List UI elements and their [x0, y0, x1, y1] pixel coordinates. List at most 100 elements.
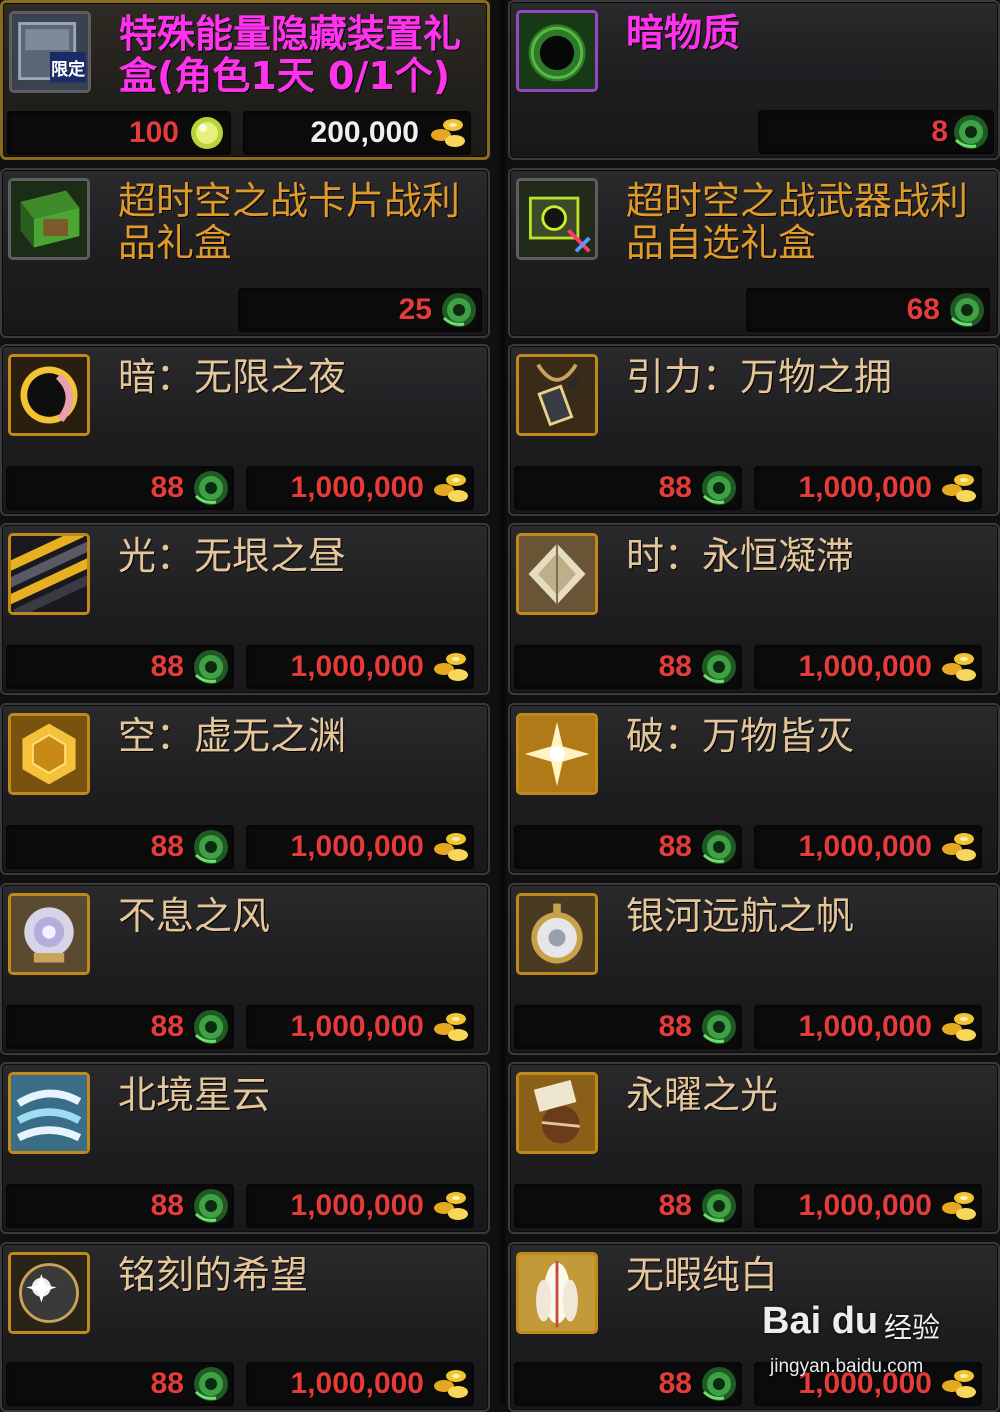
price-value-secondary: 1,000,000	[290, 1367, 424, 1400]
price-value-secondary: 1,000,000	[798, 830, 932, 863]
price-value-secondary: 1,000,000	[798, 1367, 932, 1400]
gold-ingot-icon	[430, 1186, 470, 1226]
green-token-icon	[190, 647, 230, 687]
shop-item-card[interactable]: 时：永恒凝滞 88 1,000,000	[508, 523, 1000, 695]
shop-item-card[interactable]: 暗：无限之夜 88 1,000,000	[0, 344, 490, 516]
price-value-secondary: 1,000,000	[290, 650, 424, 683]
gold-ingot-icon	[938, 647, 978, 687]
limited-box-icon: 限定	[9, 11, 91, 93]
gold-ingot-icon	[430, 1007, 470, 1047]
shop-item-card[interactable]: 永曜之光 88 1,000,000	[508, 1062, 1000, 1234]
item-name: 引力：万物之拥	[626, 355, 893, 399]
price-value-secondary: 1,000,000	[290, 1010, 424, 1043]
price-value-primary: 88	[658, 1189, 692, 1222]
gold-coin-icon	[187, 113, 227, 153]
item-name: 超时空之战卡片战利品礼盒	[118, 179, 461, 265]
svg-text:限定: 限定	[51, 59, 86, 80]
price-value-primary: 88	[150, 1189, 184, 1222]
nebula-swirl-icon	[8, 1072, 90, 1154]
item-name: 北境星云	[118, 1073, 271, 1117]
shop-item-card[interactable]: 破：万物皆灭 88 1,000,000	[508, 703, 1000, 875]
shop-item-card[interactable]: 限定 特殊能量隐藏装置礼盒(角色1天 0/1个) 100 200,000	[0, 0, 490, 160]
green-token-icon	[698, 1007, 738, 1047]
void-hexagon-icon	[8, 713, 90, 795]
price-value-secondary: 1,000,000	[798, 1010, 932, 1043]
shop-item-card[interactable]: 超时空之战卡片战利品礼盒 25	[0, 168, 490, 338]
light-stripes-icon	[8, 533, 90, 615]
item-name: 破：万物皆灭	[626, 714, 855, 758]
item-name: 永曜之光	[626, 1073, 779, 1117]
gravity-necklace-icon	[516, 354, 598, 436]
green-token-icon	[698, 647, 738, 687]
gold-ingot-icon	[430, 468, 470, 508]
dark-orb-icon	[8, 354, 90, 436]
shop-item-card[interactable]: 北境星云 88 1,000,000	[0, 1062, 490, 1234]
item-name: 暗：无限之夜	[118, 355, 347, 399]
shop-item-card[interactable]: 不息之风 88 1,000,000	[0, 883, 490, 1055]
item-name: 无暇纯白	[626, 1253, 779, 1297]
gold-ingot-icon	[430, 1364, 470, 1404]
engraved-orb-icon	[8, 1252, 90, 1334]
item-name: 铭刻的希望	[118, 1253, 309, 1297]
price-value-secondary: 8	[931, 115, 948, 148]
green-token-icon	[190, 1364, 230, 1404]
item-name: 时：永恒凝滞	[626, 534, 855, 578]
dark-matter-icon	[516, 10, 598, 92]
item-name: 特殊能量隐藏装置礼盒(角色1天 0/1个)	[119, 12, 462, 98]
shop-item-card[interactable]: 铭刻的希望 88 1,000,000	[0, 1242, 490, 1412]
price-value-primary: 88	[658, 471, 692, 504]
white-feather-icon	[516, 1252, 598, 1334]
green-token-icon	[438, 290, 478, 330]
price-value-secondary: 1,000,000	[290, 471, 424, 504]
item-name: 不息之风	[118, 894, 271, 938]
price-value-primary: 88	[658, 650, 692, 683]
weapon-box-icon	[516, 178, 598, 260]
gold-ingot-icon	[938, 827, 978, 867]
green-token-icon	[950, 112, 990, 152]
price-value-secondary: 68	[906, 293, 940, 326]
green-token-icon	[190, 468, 230, 508]
item-name: 光：无垠之昼	[118, 534, 347, 578]
price-value-secondary: 1,000,000	[798, 471, 932, 504]
shop-item-card[interactable]: 空：虚无之渊 88 1,000,000	[0, 703, 490, 875]
green-token-icon	[190, 1007, 230, 1047]
price-value-secondary: 1,000,000	[798, 1189, 932, 1222]
price-value-secondary: 200,000	[310, 116, 419, 149]
item-name: 暗物质	[626, 11, 741, 55]
price-value-secondary: 1,000,000	[290, 830, 424, 863]
price-value-primary: 100	[128, 116, 179, 149]
green-token-icon	[698, 468, 738, 508]
price-value-primary: 88	[658, 1010, 692, 1043]
price-value-primary: 88	[150, 830, 184, 863]
green-token-icon	[190, 827, 230, 867]
shop-item-card[interactable]: 引力：万物之拥 88 1,000,000	[508, 344, 1000, 516]
gold-ingot-icon	[430, 827, 470, 867]
shop-item-card[interactable]: 无暇纯白 88 1,000,000	[508, 1242, 1000, 1412]
price-value-primary: 88	[658, 1367, 692, 1400]
shop-item-card[interactable]: 超时空之战武器战利品自选礼盒 68	[508, 168, 1000, 338]
item-name: 银河远航之帆	[626, 894, 855, 938]
green-token-icon	[698, 827, 738, 867]
time-gem-icon	[516, 533, 598, 615]
item-name: 空：虚无之渊	[118, 714, 347, 758]
price-value-primary: 88	[150, 1010, 184, 1043]
price-value-secondary: 1,000,000	[290, 1189, 424, 1222]
radiant-pouch-icon	[516, 1072, 598, 1154]
gold-ingot-icon	[938, 468, 978, 508]
green-token-icon	[190, 1186, 230, 1226]
gold-ingot-icon	[430, 647, 470, 687]
price-value-primary: 88	[658, 830, 692, 863]
shop-item-card[interactable]: 暗物质 8	[508, 0, 1000, 160]
green-token-icon	[698, 1364, 738, 1404]
item-name: 超时空之战武器战利品自选礼盒	[626, 179, 969, 265]
price-value-primary: 88	[150, 1367, 184, 1400]
gold-ingot-icon	[427, 113, 467, 153]
shop-item-card[interactable]: 光：无垠之昼 88 1,000,000	[0, 523, 490, 695]
price-value-secondary: 1,000,000	[798, 650, 932, 683]
shop-item-card[interactable]: 银河远航之帆 88 1,000,000	[508, 883, 1000, 1055]
card-box-icon	[8, 178, 90, 260]
price-value-secondary: 25	[398, 293, 432, 326]
gold-ingot-icon	[938, 1186, 978, 1226]
green-token-icon	[946, 290, 986, 330]
galaxy-pocketwatch-icon	[516, 893, 598, 975]
